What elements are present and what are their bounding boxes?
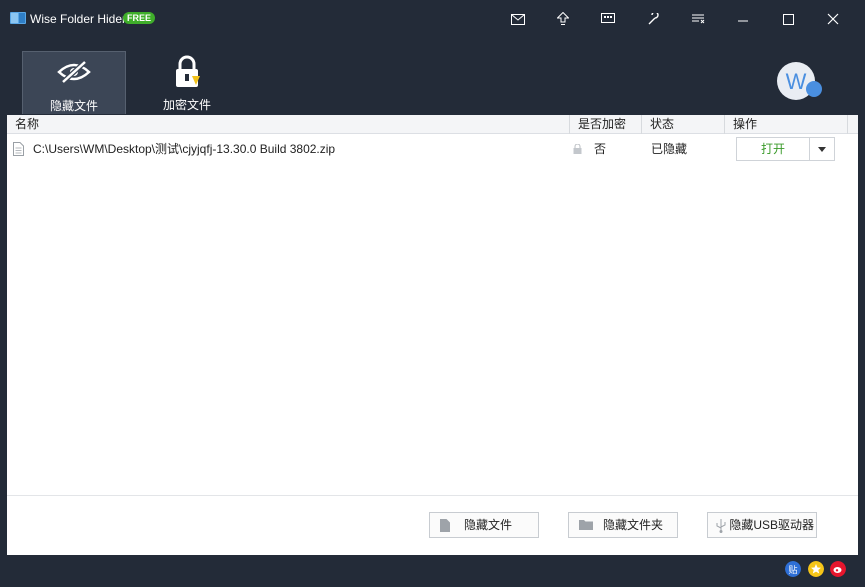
encrypted-value: 否	[594, 142, 607, 156]
close-icon	[827, 13, 839, 25]
app-title: Wise Folder Hider	[30, 12, 127, 26]
minimize-button[interactable]	[732, 9, 754, 29]
column-action[interactable]: 操作	[725, 115, 848, 134]
tab-encrypt-files[interactable]: 加密文件	[135, 51, 239, 114]
button-label: 隐藏文件夹	[602, 518, 663, 532]
upgrade-icon	[557, 12, 569, 25]
menu-button[interactable]	[687, 9, 709, 29]
app-logo-icon	[10, 12, 26, 24]
button-label: 隐藏文件	[463, 518, 512, 532]
hide-folder-button[interactable]: 隐藏文件夹	[568, 512, 678, 538]
settings-button[interactable]	[642, 9, 664, 29]
mail-icon	[511, 13, 525, 25]
close-button[interactable]	[822, 9, 844, 29]
tieba-icon[interactable]: 贴	[785, 561, 801, 577]
minimize-icon	[738, 20, 748, 22]
action-bar: 隐藏文件 隐藏文件夹 隐藏USB驱动器	[7, 495, 858, 555]
open-button[interactable]: 打开	[736, 137, 810, 161]
status-bar: 贴	[0, 555, 865, 587]
menu-icon	[691, 14, 704, 23]
tab-label: 加密文件	[162, 98, 211, 112]
lock-icon	[176, 55, 200, 87]
hide-file-button[interactable]: 隐藏文件	[429, 512, 539, 538]
column-encrypted[interactable]: 是否加密	[570, 115, 642, 134]
svg-text:贴: 贴	[788, 564, 797, 576]
chevron-down-icon	[818, 146, 826, 152]
maximize-icon	[782, 13, 794, 25]
feedback-icon	[601, 13, 615, 23]
app-window: Wise Folder Hider FREE 隐藏文件 加密文件 W 名称 是否…	[0, 0, 865, 587]
eye-slash-icon	[57, 60, 91, 84]
action-dropdown-button[interactable]	[809, 137, 835, 161]
status-value: 已隐藏	[651, 142, 688, 156]
upgrade-button[interactable]	[552, 9, 574, 29]
main-toolbar: 隐藏文件 加密文件 W	[7, 38, 858, 115]
table-header: 名称 是否加密 状态 操作	[7, 115, 858, 134]
file-list-panel: 名称 是否加密 状态 操作 C:\Users\WM\Desktop\测试\cjy…	[7, 115, 858, 555]
tab-label: 隐藏文件	[49, 99, 98, 113]
wise-logo-icon: W	[777, 62, 822, 100]
weibo-icon[interactable]	[830, 561, 846, 577]
button-label: 隐藏USB驱动器	[729, 518, 814, 532]
maximize-button[interactable]	[777, 9, 799, 29]
title-bar: Wise Folder Hider FREE	[0, 0, 865, 38]
document-icon	[13, 142, 24, 156]
file-path: C:\Users\WM\Desktop\测试\cjyjqfj-13.30.0 B…	[33, 142, 336, 156]
table-row[interactable]: C:\Users\WM\Desktop\测试\cjyjqfj-13.30.0 B…	[7, 136, 858, 162]
column-name[interactable]: 名称	[7, 115, 570, 134]
column-status[interactable]: 状态	[642, 115, 725, 134]
free-badge: FREE	[123, 12, 156, 24]
tab-hide-files[interactable]: 隐藏文件	[22, 51, 126, 114]
unlocked-icon	[573, 144, 582, 154]
hide-usb-button[interactable]: 隐藏USB驱动器	[707, 512, 817, 538]
mail-button[interactable]	[507, 9, 529, 29]
star-icon[interactable]	[808, 561, 824, 577]
settings-icon	[648, 12, 659, 24]
feedback-button[interactable]	[597, 9, 619, 29]
logo-letter: W	[786, 69, 807, 94]
